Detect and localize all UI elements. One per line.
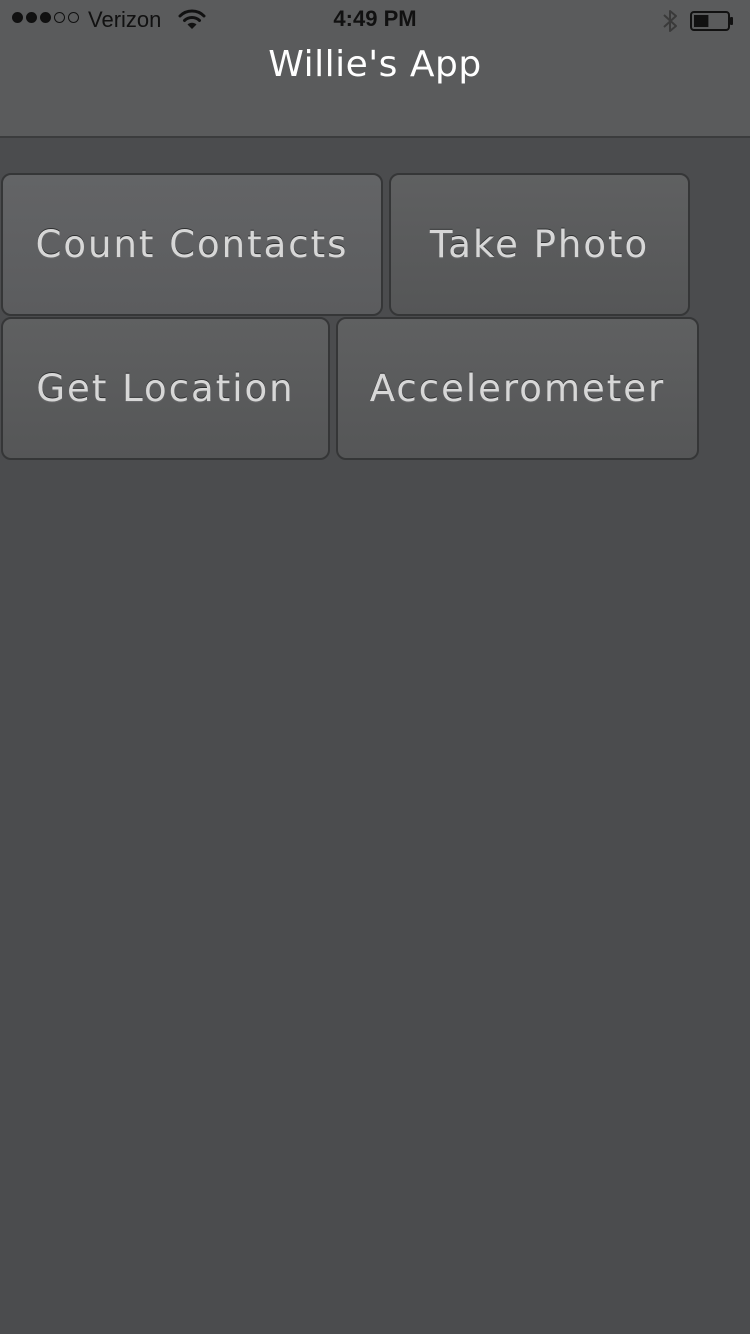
bluetooth-icon	[663, 10, 677, 32]
get-location-button[interactable]: Get Location	[1, 317, 330, 460]
status-time: 4:49 PM	[333, 6, 417, 31]
status-bar: Verizon 4:49 PM	[0, 0, 750, 40]
battery-icon	[690, 11, 733, 31]
take-photo-button[interactable]: Take Photo	[389, 173, 690, 316]
accelerometer-button[interactable]: Accelerometer	[336, 317, 699, 460]
count-contacts-button[interactable]: Count Contacts	[1, 173, 383, 316]
app-header: Verizon 4:49 PM Willie's App	[0, 0, 750, 138]
page-title: Willie's App	[268, 44, 482, 85]
